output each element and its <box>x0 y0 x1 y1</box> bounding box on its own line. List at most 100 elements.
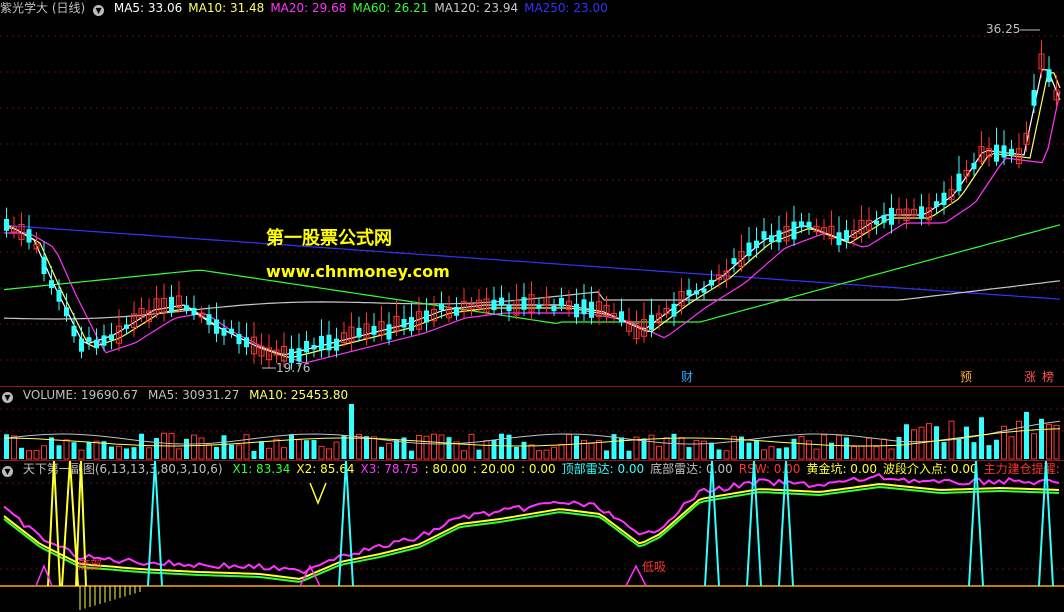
volume-bar <box>881 438 887 460</box>
volume-bar <box>311 440 317 459</box>
volume-bar <box>453 441 460 460</box>
buy-low-tag: 低吸 <box>642 560 667 574</box>
candle-body <box>334 338 339 351</box>
volume-bar <box>229 444 234 459</box>
volume-bar <box>693 440 700 460</box>
volume-bar <box>784 447 789 459</box>
candle-body <box>754 240 759 249</box>
candle-body <box>874 220 879 225</box>
volume-bar <box>813 448 820 460</box>
indicator-chart <box>0 461 1064 610</box>
volume-bar <box>11 435 17 460</box>
candle-body <box>401 319 407 328</box>
candle-body <box>844 230 849 241</box>
volume-bar <box>236 444 242 460</box>
volume-bar <box>184 438 189 459</box>
volume-bar <box>986 445 992 459</box>
volume-bar <box>318 445 325 460</box>
volume-bar <box>761 449 767 460</box>
candle-body <box>701 288 707 293</box>
candle-body <box>769 235 774 243</box>
volume-bar <box>934 426 939 459</box>
price-panel[interactable]: 紫光学大 (日线) ▼ MA5: 33.06 MA10: 31.48 MA20: 2… <box>0 0 1064 386</box>
indicator-panel[interactable]: ▼ 天下第一副图(6,13,13,3,80,3,10,6) X1: 83.34 X… <box>0 461 1064 612</box>
volume-bar <box>558 443 565 460</box>
volume-bar <box>221 435 227 459</box>
event-forecast[interactable]: 预 <box>960 370 972 384</box>
volume-bar <box>716 449 722 459</box>
volume-bar <box>574 435 579 459</box>
event-list[interactable]: 榜 <box>1042 370 1054 384</box>
radar-spike <box>338 461 354 587</box>
volume-bar <box>198 437 205 460</box>
volume-bar <box>33 450 40 460</box>
volume-bar <box>476 449 482 459</box>
candle-body <box>304 340 309 353</box>
ma20-line <box>4 91 1061 364</box>
volume-bar <box>858 445 865 460</box>
candle-body <box>919 206 924 219</box>
volume-bar <box>768 446 775 460</box>
volume-bar <box>131 447 137 459</box>
candle-body <box>761 231 767 240</box>
volume-bar <box>754 440 759 459</box>
volume-bar <box>326 448 332 460</box>
volume-bar <box>566 434 572 460</box>
volume-bar <box>333 441 340 460</box>
volume-bar <box>866 437 872 460</box>
candle-body <box>806 221 812 228</box>
volume-chart <box>0 404 1064 460</box>
candle-body <box>409 316 414 331</box>
volume-bar <box>124 448 129 459</box>
volume-bar <box>86 442 92 459</box>
volume-bar <box>536 450 542 460</box>
candle-body <box>1046 69 1052 82</box>
event-finance[interactable]: 财 <box>681 370 693 384</box>
volume-bar <box>1031 433 1037 460</box>
volume-bar <box>551 446 557 460</box>
top-spike <box>47 461 61 587</box>
candle-body <box>836 232 842 246</box>
candle-body <box>746 242 752 256</box>
volume-bar <box>844 437 849 459</box>
volume-bar <box>979 417 984 459</box>
volume-bar <box>446 437 452 459</box>
high-price-label: 36.25 <box>986 22 1021 36</box>
candle-body <box>971 162 977 170</box>
volume-bar <box>671 433 677 459</box>
candle-body <box>491 299 497 311</box>
event-rise[interactable]: 涨 <box>1024 370 1036 384</box>
candle-body <box>229 328 234 334</box>
volume-bar <box>49 437 54 459</box>
candle-body <box>124 324 129 329</box>
volume-bar <box>206 444 212 460</box>
candle-body <box>686 289 692 296</box>
candle-body <box>1001 145 1007 158</box>
candle-body <box>506 304 512 312</box>
volume-bar <box>798 436 805 460</box>
candle-body <box>386 324 392 340</box>
volume-bar <box>873 446 880 460</box>
volume-bar <box>588 442 595 460</box>
candle-body <box>296 348 302 362</box>
candle-body <box>86 337 92 342</box>
volume-bar <box>528 444 535 460</box>
candle-body <box>731 258 737 264</box>
volume-bar <box>146 447 152 460</box>
candle-body <box>206 314 212 325</box>
candle-body <box>184 305 189 310</box>
candle-body <box>521 297 527 310</box>
volume-bar <box>596 440 602 460</box>
candle-body <box>101 335 107 346</box>
candle-body <box>799 221 804 228</box>
candle-body <box>424 310 429 323</box>
candle-body <box>371 325 377 335</box>
watermark-url: www.chnmoney.com <box>266 262 450 281</box>
volume-bar <box>491 439 497 459</box>
volume-panel[interactable]: ▼ VOLUME: 19690.67 MA5: 30931.27 MA10: 2… <box>0 387 1064 460</box>
volume-bar <box>431 433 437 460</box>
volume-bar <box>626 450 632 459</box>
watermark-title: 第一股票公式网 <box>266 228 392 249</box>
candle-body <box>1009 148 1014 156</box>
candle-body <box>574 303 579 318</box>
